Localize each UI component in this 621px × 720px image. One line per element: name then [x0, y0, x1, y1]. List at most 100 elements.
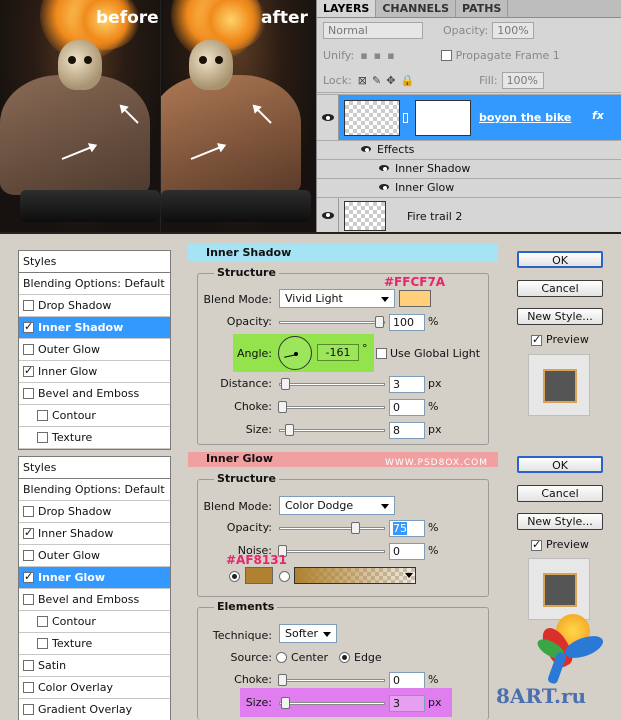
color-swatch[interactable] — [245, 567, 273, 584]
style-checkbox[interactable] — [23, 570, 34, 583]
style-item[interactable]: Texture — [19, 633, 170, 655]
style-checkbox[interactable] — [23, 704, 34, 715]
style-checkbox[interactable] — [23, 300, 34, 311]
style-item[interactable]: Contour — [19, 405, 170, 427]
style-checkbox[interactable] — [23, 526, 34, 539]
slider-knob[interactable] — [285, 424, 294, 436]
visibility-eye-icon[interactable] — [317, 198, 339, 232]
choke-input[interactable]: 0 — [389, 399, 425, 416]
global-light-checkbox[interactable] — [376, 348, 387, 359]
cancel-button[interactable]: Cancel — [517, 485, 603, 502]
opacity-slider[interactable] — [279, 522, 385, 534]
layer-name[interactable]: Fire trail 2 — [407, 210, 462, 223]
layer-row-fire-trail[interactable]: Fire trail 2 — [317, 197, 621, 232]
fx-icon[interactable]: fx — [592, 109, 604, 122]
style-checkbox[interactable] — [23, 660, 34, 671]
size-slider[interactable] — [279, 697, 385, 709]
noise-slider[interactable] — [278, 545, 385, 557]
style-item[interactable]: Outer Glow — [19, 545, 170, 567]
visibility-eye-icon[interactable] — [317, 95, 339, 140]
opacity-input[interactable]: 75 — [389, 520, 425, 537]
chevron-down-icon[interactable] — [405, 573, 413, 578]
inner-glow-eye-icon[interactable] — [379, 184, 389, 190]
style-item[interactable]: Inner Shadow — [19, 317, 170, 339]
color-swatch[interactable] — [399, 290, 431, 307]
style-item[interactable]: Inner Shadow — [19, 523, 170, 545]
choke-slider[interactable] — [278, 401, 385, 413]
slider-knob[interactable] — [281, 378, 290, 390]
tab-layers[interactable]: LAYERS — [317, 0, 377, 17]
effect-inner-glow-row[interactable]: Inner Glow — [317, 178, 621, 197]
blend-mode-select[interactable]: Vivid Light — [279, 289, 395, 308]
slider-knob[interactable] — [351, 522, 360, 534]
effects-eye-icon[interactable] — [361, 146, 371, 152]
style-checkbox[interactable] — [37, 432, 48, 443]
blend-mode-select[interactable]: Color Dodge — [279, 496, 395, 515]
source-edge-radio[interactable] — [339, 652, 350, 663]
style-checkbox[interactable] — [23, 388, 34, 399]
style-item[interactable]: Blending Options: Default — [19, 479, 170, 501]
choke-input[interactable]: 0 — [389, 672, 425, 689]
fill-field[interactable]: 100% — [501, 71, 544, 89]
style-checkbox[interactable] — [23, 320, 34, 333]
style-item[interactable]: Contour — [19, 611, 170, 633]
style-item[interactable]: Blending Options: Default — [19, 273, 170, 295]
technique-select[interactable]: Softer — [279, 624, 337, 643]
style-checkbox[interactable] — [37, 410, 48, 421]
size-input[interactable]: 3 — [389, 695, 425, 712]
propagate-checkbox[interactable] — [440, 50, 452, 61]
angle-input[interactable]: -161 — [317, 344, 359, 361]
opacity-field[interactable]: 100% — [492, 22, 535, 39]
style-item[interactable]: Drop Shadow — [19, 501, 170, 523]
new-style-button[interactable]: New Style... — [517, 513, 603, 530]
preview-checkbox[interactable] — [531, 538, 542, 551]
slider-knob[interactable] — [375, 316, 384, 328]
slider-knob[interactable] — [278, 401, 287, 413]
blend-mode-select[interactable]: Normal — [323, 22, 423, 39]
source-center-radio[interactable] — [276, 652, 287, 663]
gradient-swatch[interactable] — [294, 567, 416, 584]
style-item[interactable]: Satin — [19, 655, 170, 677]
layer-name[interactable]: boyon the bike — [479, 111, 571, 124]
style-item[interactable]: Drop Shadow — [19, 295, 170, 317]
tab-channels[interactable]: CHANNELS — [376, 0, 456, 17]
choke-slider[interactable] — [278, 674, 385, 686]
effect-inner-shadow-row[interactable]: Inner Shadow — [317, 159, 621, 178]
size-input[interactable]: 8 — [389, 422, 425, 439]
style-item[interactable]: Outer Glow — [19, 339, 170, 361]
distance-slider[interactable] — [279, 378, 385, 390]
style-checkbox[interactable] — [37, 638, 48, 649]
ok-button[interactable]: OK — [517, 251, 603, 268]
layer-row-selected[interactable]: boyon the bike fx — [317, 94, 621, 140]
gradient-radio[interactable] — [279, 571, 290, 582]
angle-dial[interactable] — [278, 336, 312, 370]
opacity-slider[interactable] — [279, 316, 385, 328]
slider-knob[interactable] — [281, 697, 290, 709]
noise-input[interactable]: 0 — [389, 543, 425, 560]
style-checkbox[interactable] — [23, 594, 34, 605]
style-checkbox[interactable] — [23, 364, 34, 377]
style-item[interactable]: Texture — [19, 427, 170, 449]
lock-icons[interactable]: ⊠✎✥🔒 — [358, 74, 419, 87]
inner-shadow-eye-icon[interactable] — [379, 165, 389, 171]
effects-row[interactable]: Effects — [317, 140, 621, 159]
style-item[interactable]: Inner Glow — [19, 567, 170, 589]
style-item[interactable]: Bevel and Emboss — [19, 589, 170, 611]
style-checkbox[interactable] — [23, 682, 34, 693]
slider-knob[interactable] — [278, 674, 287, 686]
tab-paths[interactable]: PATHS — [456, 0, 509, 17]
distance-input[interactable]: 3 — [389, 376, 425, 393]
style-item[interactable]: Bevel and Emboss — [19, 383, 170, 405]
style-checkbox[interactable] — [23, 550, 34, 561]
style-item[interactable]: Gradient Overlay — [19, 699, 170, 720]
style-checkbox[interactable] — [37, 616, 48, 627]
cancel-button[interactable]: Cancel — [517, 280, 603, 297]
preview-checkbox[interactable] — [531, 333, 542, 346]
style-item[interactable]: Color Overlay — [19, 677, 170, 699]
opacity-input[interactable]: 100 — [389, 314, 425, 331]
ok-button[interactable]: OK — [517, 456, 603, 473]
size-slider[interactable] — [279, 424, 385, 436]
style-checkbox[interactable] — [23, 506, 34, 517]
solid-color-radio[interactable] — [229, 571, 240, 582]
new-style-button[interactable]: New Style... — [517, 308, 603, 325]
